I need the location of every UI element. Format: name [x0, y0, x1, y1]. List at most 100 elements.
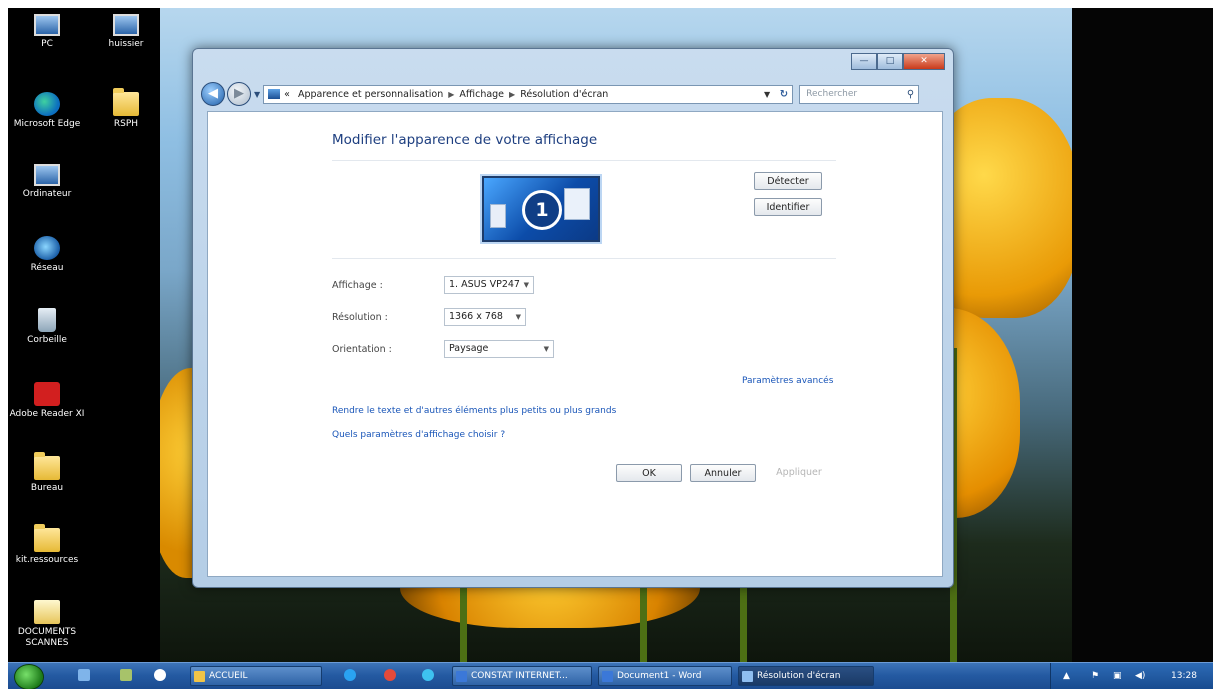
divider — [332, 160, 836, 161]
desktop-icon-bureau[interactable]: Bureau — [8, 452, 86, 494]
recent-pages-dropdown[interactable]: ▼ — [254, 90, 260, 99]
breadcrumb-item-display[interactable]: Affichage — [459, 89, 504, 100]
desktop-icon-label: Ordinateur — [22, 189, 72, 199]
volume-icon[interactable]: ◀) — [1135, 671, 1145, 681]
edge-icon — [34, 92, 60, 116]
show-desktop-icon[interactable] — [78, 669, 90, 681]
cancel-button[interactable]: Annuler — [690, 464, 756, 482]
breadcrumb-item-resolution[interactable]: Résolution d'écran — [520, 89, 608, 100]
flag-icon[interactable]: ⚑ — [1091, 671, 1099, 681]
network-icon — [34, 236, 60, 260]
app-icon[interactable] — [422, 669, 434, 681]
display-select[interactable]: 1. ASUS VP247 ▼ — [444, 276, 534, 294]
chevron-down-icon: ▼ — [543, 345, 549, 353]
resolution-label: Résolution : — [332, 312, 388, 323]
documents-icon — [34, 600, 60, 624]
desktop-right — [1072, 8, 1213, 662]
recycle-bin-icon — [38, 308, 56, 332]
screen-resolution-window: — □ ✕ ◀ ▶ ▼ « Apparence et personnalisat… — [192, 48, 954, 588]
monitor-preview[interactable]: 1 — [482, 176, 600, 242]
apply-button[interactable]: Appliquer — [764, 464, 834, 482]
breadcrumb-overflow[interactable]: « — [284, 89, 290, 100]
folder-icon — [194, 671, 205, 682]
page-title: Modifier l'apparence de votre affichage — [332, 132, 598, 148]
system-tray: ▲ ⚑ ▣ ◀) 13:28 — [1050, 663, 1213, 689]
advanced-settings-link[interactable]: Paramètres avancés — [742, 376, 833, 386]
breadcrumb-item-appearance[interactable]: Apparence et personnalisation — [298, 89, 443, 100]
close-button[interactable]: ✕ — [903, 53, 945, 70]
desktop-icon-label: huissier — [108, 39, 144, 49]
search-icon[interactable]: ⚲ — [907, 86, 914, 103]
text-size-link[interactable]: Rendre le texte et d'autres éléments plu… — [332, 406, 616, 416]
detect-button[interactable]: Détecter — [754, 172, 822, 190]
desktop-icon-label: Corbeille — [27, 335, 67, 345]
desktop-icon-label: Bureau — [30, 483, 64, 493]
monitor-number-badge: 1 — [522, 190, 562, 230]
orientation-select[interactable]: Paysage ▼ — [444, 340, 554, 358]
pc-icon — [34, 14, 60, 36]
back-button[interactable]: ◀ — [201, 82, 225, 106]
taskbar-button-accueil[interactable]: ACCUEIL — [190, 666, 322, 686]
desktop-icon-pc[interactable]: PC — [8, 14, 86, 50]
desktop-icon-label: PC — [41, 39, 53, 49]
quick-launch-icon[interactable] — [154, 669, 166, 681]
address-bar[interactable]: « Apparence et personnalisation ▶ Affich… — [263, 84, 794, 104]
desktop-icon-kit-ressources[interactable]: kit.ressources — [8, 524, 86, 566]
browser-icon[interactable] — [344, 669, 356, 681]
desktop-icon-rsph[interactable]: RSPH — [96, 88, 156, 130]
taskbar-button-document1[interactable]: Document1 - Word — [598, 666, 732, 686]
clock[interactable]: 13:28 — [1171, 671, 1197, 681]
desktop-icon-corbeille[interactable]: Corbeille — [8, 308, 86, 346]
orientation-select-value: Paysage — [449, 343, 489, 354]
word-icon — [456, 671, 467, 682]
chevron-right-icon[interactable]: ▶ — [509, 90, 515, 99]
taskbar-button-resolution[interactable]: Résolution d'écran — [738, 666, 874, 686]
resolution-select[interactable]: 1366 x 768 ▼ — [444, 308, 526, 326]
desktop-icon-label: kit.ressources — [15, 555, 79, 565]
control-panel-icon — [742, 671, 753, 682]
chrome-icon[interactable] — [384, 669, 396, 681]
search-placeholder: Rechercher — [806, 88, 858, 99]
ok-button[interactable]: OK — [616, 464, 682, 482]
maximize-button[interactable]: □ — [877, 53, 903, 70]
chevron-down-icon: ▼ — [515, 313, 521, 321]
which-settings-link[interactable]: Quels paramètres d'affichage choisir ? — [332, 430, 505, 440]
folder-icon — [113, 88, 139, 116]
adobe-reader-icon — [34, 382, 60, 406]
desktop-icon-adobe-reader[interactable]: Adobe Reader XI — [8, 382, 86, 420]
quick-launch-icon[interactable] — [120, 669, 132, 681]
control-panel-icon — [268, 89, 281, 99]
desktop-icon-label: Microsoft Edge — [13, 119, 81, 129]
desktop-icon-edge[interactable]: Microsoft Edge — [8, 92, 86, 130]
screen-photo: PC Microsoft Edge Ordinateur Réseau Corb… — [8, 8, 1213, 689]
resolution-select-value: 1366 x 768 — [449, 311, 503, 322]
desktop-icon-label: Adobe Reader XI — [9, 409, 85, 419]
chevron-right-icon[interactable]: ▶ — [448, 90, 454, 99]
desktop-icon-label: Réseau — [30, 263, 64, 273]
chevron-down-icon: ▼ — [523, 281, 529, 289]
show-hidden-icons-icon[interactable]: ▲ — [1063, 671, 1070, 681]
desktop-icon-reseau[interactable]: Réseau — [8, 236, 86, 274]
desktop-icon-label: RSPH — [113, 119, 139, 129]
forward-button[interactable]: ▶ — [227, 82, 251, 106]
identify-button[interactable]: Identifier — [754, 198, 822, 216]
desktop-icon-huissier[interactable]: huissier — [96, 14, 156, 50]
taskbar: ACCUEIL CONSTAT INTERNET... Document1 - … — [8, 662, 1213, 689]
search-input[interactable]: Rechercher ⚲ — [799, 84, 920, 104]
network-tray-icon[interactable]: ▣ — [1113, 671, 1122, 681]
desktop-icon-documents-scannes[interactable]: DOCUMENTS SCANNES — [8, 600, 86, 649]
refresh-icon[interactable]: ↻ — [780, 89, 788, 100]
taskbar-button-constat[interactable]: CONSTAT INTERNET... — [452, 666, 592, 686]
window-controls: — □ ✕ — [851, 53, 945, 70]
orientation-label: Orientation : — [332, 344, 392, 355]
display-label: Affichage : — [332, 280, 383, 291]
display-select-value: 1. ASUS VP247 — [449, 279, 520, 290]
start-button[interactable] — [14, 664, 44, 689]
minimize-button[interactable]: — — [851, 53, 877, 70]
address-dropdown-icon[interactable]: ▼ — [764, 90, 770, 99]
desktop-icon-ordinateur[interactable]: Ordinateur — [8, 164, 86, 200]
content-pane: Modifier l'apparence de votre affichage … — [207, 111, 943, 577]
folder-icon — [34, 452, 60, 480]
shortcut-icon — [113, 14, 139, 36]
folder-icon — [34, 524, 60, 552]
